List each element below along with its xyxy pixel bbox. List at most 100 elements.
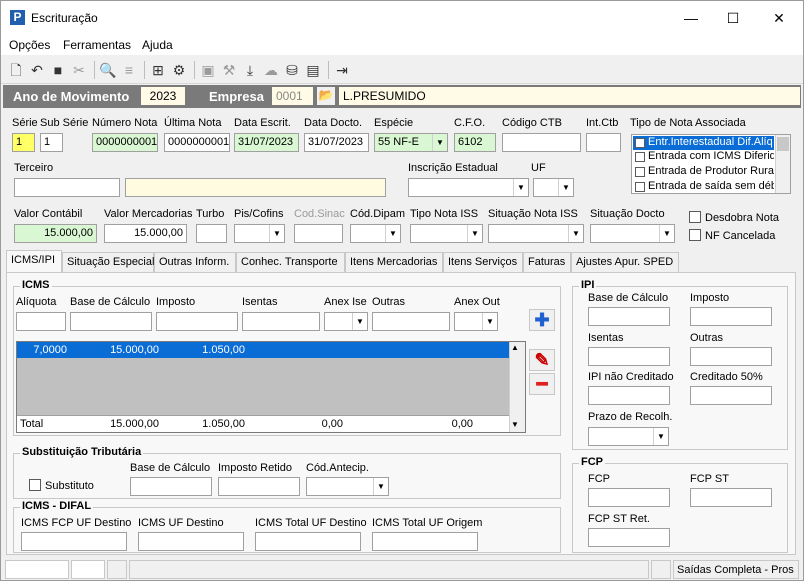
difal-fcp-input[interactable] xyxy=(21,532,127,551)
checkbox[interactable] xyxy=(635,152,645,162)
ipi-nao-cred-input[interactable] xyxy=(588,386,670,405)
add-icon[interactable]: ✚ xyxy=(529,309,555,331)
icms-outras-input[interactable] xyxy=(372,312,450,331)
empresa-code-input[interactable]: 0001 xyxy=(271,86,314,106)
list-item[interactable]: Entr.Interestadual Dif.Alíq xyxy=(633,136,774,150)
tab-itens-mercadorias[interactable]: Itens Mercadorias xyxy=(345,252,443,272)
scroll-thumb[interactable] xyxy=(777,137,789,151)
ie-select[interactable]: ▼ xyxy=(408,178,529,197)
serie-input[interactable]: 1 xyxy=(12,133,35,152)
menu-opcoes[interactable]: Opções xyxy=(9,38,50,52)
anex-out-select[interactable]: ▼ xyxy=(454,312,498,331)
icms-base-input[interactable] xyxy=(70,312,152,331)
tool-icon[interactable]: ⚒ xyxy=(220,61,238,79)
grid-scrollbar[interactable]: ▲ ▼ xyxy=(509,342,525,432)
fcp-st-ret-input[interactable] xyxy=(588,528,670,547)
sinac-input[interactable] xyxy=(294,224,343,243)
sit-iss-select[interactable]: ▼ xyxy=(488,224,584,243)
ano-input[interactable]: 2023 xyxy=(140,86,186,106)
edit-icon[interactable]: ✎ xyxy=(529,349,555,371)
ipi-outras-input[interactable] xyxy=(690,347,772,366)
minimize-button[interactable]: — xyxy=(676,6,706,30)
list-scrollbar[interactable] xyxy=(775,135,790,193)
subserie-input[interactable]: 1 xyxy=(40,133,63,152)
undo-icon[interactable]: ↶ xyxy=(28,61,46,79)
delete-icon[interactable]: ✂ xyxy=(70,61,88,79)
turbo-input[interactable] xyxy=(196,224,227,243)
checkbox[interactable] xyxy=(635,182,645,192)
remove-icon[interactable]: ━ xyxy=(529,373,555,395)
list-item[interactable]: Entrada com ICMS Diferido xyxy=(633,150,774,164)
checkbox[interactable] xyxy=(635,167,645,177)
tipo-nota-list[interactable]: Entr.Interestadual Dif.Alíq Entrada com … xyxy=(631,134,791,194)
icms-isentas-input[interactable] xyxy=(242,312,320,331)
pis-select[interactable]: ▼ xyxy=(234,224,285,243)
menu-ajuda[interactable]: Ajuda xyxy=(142,38,173,52)
uf-select[interactable]: ▼ xyxy=(533,178,574,197)
tab-icms-ipi[interactable]: ICMS/IPI xyxy=(6,250,62,272)
list-item[interactable]: Entrada de saída sem débi xyxy=(633,180,774,194)
especie-select[interactable]: 55 NF-E ▼ xyxy=(374,133,448,152)
ipi-base-input[interactable] xyxy=(588,307,670,326)
data-escrit-input[interactable]: 31/07/2023 xyxy=(234,133,299,152)
table-row[interactable]: 7,0000 15.000,00 1.050,00 xyxy=(17,342,510,358)
nf-cancelada-checkbox[interactable] xyxy=(689,229,701,241)
cib-icon[interactable]: ⛁ xyxy=(283,61,301,79)
terceiro-code-input[interactable] xyxy=(14,178,120,197)
tab-itens-servicos[interactable]: Itens Serviços xyxy=(443,252,523,272)
icms-imposto-input[interactable] xyxy=(156,312,238,331)
dipam-select[interactable]: ▼ xyxy=(350,224,401,243)
tab-outras-inform[interactable]: Outras Inform. xyxy=(154,252,236,272)
numero-input[interactable]: 0000000001 xyxy=(92,133,158,152)
ipi-imposto-input[interactable] xyxy=(690,307,772,326)
sit-docto-select[interactable]: ▼ xyxy=(590,224,675,243)
menu-ferramentas[interactable]: Ferramentas xyxy=(63,38,131,52)
cloud-icon[interactable]: ☁ xyxy=(262,61,280,79)
desdobra-checkbox[interactable] xyxy=(689,211,701,223)
anex-ise-select[interactable]: ▼ xyxy=(324,312,368,331)
scroll-up-icon[interactable]: ▲ xyxy=(511,343,519,352)
ipi-isentas-input[interactable] xyxy=(588,347,670,366)
copy-icon[interactable]: ▣ xyxy=(199,61,217,79)
fcp-st-input[interactable] xyxy=(690,488,772,507)
preview-icon[interactable]: 🔍 xyxy=(99,61,117,79)
st-cod-select[interactable]: ▼ xyxy=(306,477,389,496)
substituto-checkbox[interactable] xyxy=(29,479,41,491)
st-base-input[interactable] xyxy=(130,477,212,496)
tab-conhec-transporte[interactable]: Conhec. Transporte xyxy=(236,252,345,272)
save-icon[interactable]: ■ xyxy=(49,61,67,79)
ipi-cred50-input[interactable] xyxy=(690,386,772,405)
aliquota-input[interactable] xyxy=(16,312,66,331)
valor-contabil-input[interactable]: 15.000,00 xyxy=(14,224,97,243)
tab-ajustes-sped[interactable]: Ajustes Apur. SPED xyxy=(571,252,679,272)
terceiro-name-input[interactable] xyxy=(125,178,386,197)
tree-icon[interactable]: ⊞ xyxy=(149,61,167,79)
cfo-input[interactable]: 6102 xyxy=(454,133,496,152)
difal-total-dest-input[interactable] xyxy=(255,532,361,551)
ctb-input[interactable] xyxy=(502,133,581,152)
tab-situacao-especial[interactable]: Situação Especial xyxy=(62,252,154,272)
list-item[interactable]: Entrada de Produtor Rural xyxy=(633,165,774,179)
download-icon[interactable]: ⤓ xyxy=(241,61,259,79)
st-imposto-input[interactable] xyxy=(218,477,300,496)
scroll-down-icon[interactable]: ▼ xyxy=(511,420,519,429)
difal-total-orig-input[interactable] xyxy=(372,532,478,551)
intctb-input[interactable] xyxy=(586,133,621,152)
tipo-iss-select[interactable]: ▼ xyxy=(410,224,483,243)
fcp-input[interactable] xyxy=(588,488,670,507)
tab-faturas[interactable]: Faturas xyxy=(523,252,571,272)
checkbox[interactable] xyxy=(635,138,645,148)
new-icon[interactable]: 🗋 xyxy=(7,61,25,79)
import-icon[interactable]: ⚙ xyxy=(170,61,188,79)
ipi-prazo-select[interactable]: ▼ xyxy=(588,427,669,446)
close-button[interactable]: ✕ xyxy=(764,6,794,30)
maximize-button[interactable]: ☐ xyxy=(718,6,748,30)
valor-merc-input[interactable]: 15.000,00 xyxy=(104,224,187,243)
exit-icon[interactable]: ⇥ xyxy=(333,61,351,79)
data-docto-input[interactable]: 31/07/2023 xyxy=(304,133,369,152)
difal-uf-dest-input[interactable] xyxy=(138,532,244,551)
nfe-icon[interactable]: ≡ xyxy=(120,61,138,79)
ultima-input[interactable]: 0000000001 xyxy=(164,133,230,152)
report-icon[interactable]: ▤ xyxy=(304,61,322,79)
folder-icon[interactable]: 📂 xyxy=(316,86,336,106)
